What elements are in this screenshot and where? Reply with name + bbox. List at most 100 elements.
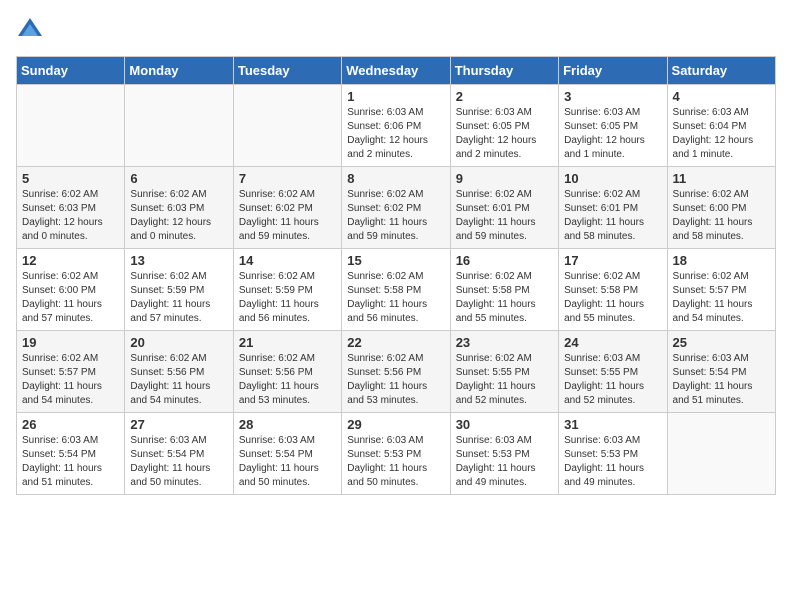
- calendar-cell: 8 Sunrise: 6:02 AM Sunset: 6:02 PM Daylig…: [342, 167, 450, 249]
- day-info: Sunrise: 6:02 AM Sunset: 5:56 PM Dayligh…: [239, 352, 336, 408]
- page-header: [16, 16, 776, 44]
- day-info: Sunrise: 6:02 AM Sunset: 5:58 PM Dayligh…: [347, 270, 444, 326]
- calendar-cell: 18 Sunrise: 6:02 AM Sunset: 5:57 PM Dayli…: [667, 249, 775, 331]
- calendar-cell: 1 Sunrise: 6:03 AM Sunset: 6:06 PM Daylig…: [342, 85, 450, 167]
- day-number: 29: [347, 417, 444, 432]
- calendar-table: SundayMondayTuesdayWednesdayThursdayFrid…: [16, 56, 776, 495]
- calendar-cell: 21 Sunrise: 6:02 AM Sunset: 5:56 PM Dayli…: [233, 331, 341, 413]
- day-info: Sunrise: 6:02 AM Sunset: 5:55 PM Dayligh…: [456, 352, 553, 408]
- day-number: 18: [673, 253, 770, 268]
- day-number: 26: [22, 417, 119, 432]
- day-info: Sunrise: 6:02 AM Sunset: 6:03 PM Dayligh…: [130, 188, 227, 244]
- calendar-week-row: 1 Sunrise: 6:03 AM Sunset: 6:06 PM Daylig…: [17, 85, 776, 167]
- logo: [16, 16, 48, 44]
- day-info: Sunrise: 6:02 AM Sunset: 5:56 PM Dayligh…: [130, 352, 227, 408]
- calendar-header-row: SundayMondayTuesdayWednesdayThursdayFrid…: [17, 57, 776, 85]
- calendar-cell: 27 Sunrise: 6:03 AM Sunset: 5:54 PM Dayli…: [125, 413, 233, 495]
- column-header-sunday: Sunday: [17, 57, 125, 85]
- day-info: Sunrise: 6:02 AM Sunset: 6:03 PM Dayligh…: [22, 188, 119, 244]
- day-number: 12: [22, 253, 119, 268]
- calendar-cell: 14 Sunrise: 6:02 AM Sunset: 5:59 PM Dayli…: [233, 249, 341, 331]
- day-number: 14: [239, 253, 336, 268]
- column-header-saturday: Saturday: [667, 57, 775, 85]
- calendar-cell: 20 Sunrise: 6:02 AM Sunset: 5:56 PM Dayli…: [125, 331, 233, 413]
- day-info: Sunrise: 6:02 AM Sunset: 5:58 PM Dayligh…: [456, 270, 553, 326]
- day-number: 21: [239, 335, 336, 350]
- calendar-cell: 22Sunrise: 6:02 AM Sunset: 5:56 PM Dayli…: [342, 331, 450, 413]
- calendar-cell: 15 Sunrise: 6:02 AM Sunset: 5:58 PM Dayli…: [342, 249, 450, 331]
- day-number: 4: [673, 89, 770, 104]
- calendar-cell: 6 Sunrise: 6:02 AM Sunset: 6:03 PM Daylig…: [125, 167, 233, 249]
- day-info: Sunrise: 6:03 AM Sunset: 5:53 PM Dayligh…: [564, 434, 661, 490]
- day-number: 17: [564, 253, 661, 268]
- calendar-cell: 17 Sunrise: 6:02 AM Sunset: 5:58 PM Dayli…: [559, 249, 667, 331]
- calendar-cell: 3Sunrise: 6:03 AM Sunset: 6:05 PM Daylig…: [559, 85, 667, 167]
- calendar-cell: 9 Sunrise: 6:02 AM Sunset: 6:01 PM Daylig…: [450, 167, 558, 249]
- calendar-cell: [233, 85, 341, 167]
- day-number: 27: [130, 417, 227, 432]
- calendar-cell: 24 Sunrise: 6:03 AM Sunset: 5:55 PM Dayli…: [559, 331, 667, 413]
- day-info: Sunrise: 6:02 AM Sunset: 5:58 PM Dayligh…: [564, 270, 661, 326]
- calendar-cell: 5 Sunrise: 6:02 AM Sunset: 6:03 PM Daylig…: [17, 167, 125, 249]
- column-header-tuesday: Tuesday: [233, 57, 341, 85]
- day-info: Sunrise: 6:02 AM Sunset: 5:56 PM Dayligh…: [347, 352, 444, 408]
- column-header-wednesday: Wednesday: [342, 57, 450, 85]
- calendar-cell: [125, 85, 233, 167]
- day-number: 15: [347, 253, 444, 268]
- day-number: 11: [673, 171, 770, 186]
- day-info: Sunrise: 6:02 AM Sunset: 5:57 PM Dayligh…: [22, 352, 119, 408]
- day-number: 1: [347, 89, 444, 104]
- calendar-cell: 23 Sunrise: 6:02 AM Sunset: 5:55 PM Dayli…: [450, 331, 558, 413]
- day-number: 16: [456, 253, 553, 268]
- column-header-thursday: Thursday: [450, 57, 558, 85]
- day-number: 7: [239, 171, 336, 186]
- day-number: 30: [456, 417, 553, 432]
- calendar-cell: 10 Sunrise: 6:02 AM Sunset: 6:01 PM Dayli…: [559, 167, 667, 249]
- day-info: Sunrise: 6:03 AM Sunset: 5:54 PM Dayligh…: [239, 434, 336, 490]
- day-info: Sunrise: 6:03 AM Sunset: 5:54 PM Dayligh…: [673, 352, 770, 408]
- day-number: 23: [456, 335, 553, 350]
- day-number: 24: [564, 335, 661, 350]
- day-number: 13: [130, 253, 227, 268]
- day-info: Sunrise: 6:03 AM Sunset: 6:05 PM Dayligh…: [456, 106, 553, 162]
- calendar-cell: 26 Sunrise: 6:03 AM Sunset: 5:54 PM Dayli…: [17, 413, 125, 495]
- day-info: Sunrise: 6:02 AM Sunset: 5:57 PM Dayligh…: [673, 270, 770, 326]
- logo-icon: [16, 16, 44, 44]
- calendar-cell: 31Sunrise: 6:03 AM Sunset: 5:53 PM Dayli…: [559, 413, 667, 495]
- calendar-cell: 13Sunrise: 6:02 AM Sunset: 5:59 PM Dayli…: [125, 249, 233, 331]
- day-info: Sunrise: 6:03 AM Sunset: 5:54 PM Dayligh…: [22, 434, 119, 490]
- calendar-cell: 11 Sunrise: 6:02 AM Sunset: 6:00 PM Dayli…: [667, 167, 775, 249]
- day-info: Sunrise: 6:03 AM Sunset: 6:06 PM Dayligh…: [347, 106, 444, 162]
- day-info: Sunrise: 6:03 AM Sunset: 6:05 PM Dayligh…: [564, 106, 661, 162]
- column-header-monday: Monday: [125, 57, 233, 85]
- day-info: Sunrise: 6:03 AM Sunset: 5:53 PM Dayligh…: [456, 434, 553, 490]
- day-info: Sunrise: 6:02 AM Sunset: 5:59 PM Dayligh…: [239, 270, 336, 326]
- calendar-cell: 25 Sunrise: 6:03 AM Sunset: 5:54 PM Dayli…: [667, 331, 775, 413]
- day-info: Sunrise: 6:02 AM Sunset: 6:00 PM Dayligh…: [673, 188, 770, 244]
- day-number: 2: [456, 89, 553, 104]
- calendar-cell: 16 Sunrise: 6:02 AM Sunset: 5:58 PM Dayli…: [450, 249, 558, 331]
- day-info: Sunrise: 6:02 AM Sunset: 6:01 PM Dayligh…: [456, 188, 553, 244]
- day-number: 8: [347, 171, 444, 186]
- day-info: Sunrise: 6:02 AM Sunset: 6:01 PM Dayligh…: [564, 188, 661, 244]
- day-number: 25: [673, 335, 770, 350]
- calendar-cell: [667, 413, 775, 495]
- day-number: 6: [130, 171, 227, 186]
- day-info: Sunrise: 6:03 AM Sunset: 5:55 PM Dayligh…: [564, 352, 661, 408]
- day-info: Sunrise: 6:02 AM Sunset: 6:00 PM Dayligh…: [22, 270, 119, 326]
- day-number: 5: [22, 171, 119, 186]
- day-info: Sunrise: 6:03 AM Sunset: 5:54 PM Dayligh…: [130, 434, 227, 490]
- calendar-week-row: 26 Sunrise: 6:03 AM Sunset: 5:54 PM Dayli…: [17, 413, 776, 495]
- calendar-cell: 2 Sunrise: 6:03 AM Sunset: 6:05 PM Daylig…: [450, 85, 558, 167]
- day-number: 10: [564, 171, 661, 186]
- calendar-week-row: 12 Sunrise: 6:02 AM Sunset: 6:00 PM Dayli…: [17, 249, 776, 331]
- day-number: 9: [456, 171, 553, 186]
- calendar-cell: 28 Sunrise: 6:03 AM Sunset: 5:54 PM Dayli…: [233, 413, 341, 495]
- day-info: Sunrise: 6:02 AM Sunset: 6:02 PM Dayligh…: [239, 188, 336, 244]
- day-info: Sunrise: 6:02 AM Sunset: 6:02 PM Dayligh…: [347, 188, 444, 244]
- column-header-friday: Friday: [559, 57, 667, 85]
- day-number: 28: [239, 417, 336, 432]
- calendar-cell: 12 Sunrise: 6:02 AM Sunset: 6:00 PM Dayli…: [17, 249, 125, 331]
- day-number: 20: [130, 335, 227, 350]
- calendar-week-row: 19Sunrise: 6:02 AM Sunset: 5:57 PM Dayli…: [17, 331, 776, 413]
